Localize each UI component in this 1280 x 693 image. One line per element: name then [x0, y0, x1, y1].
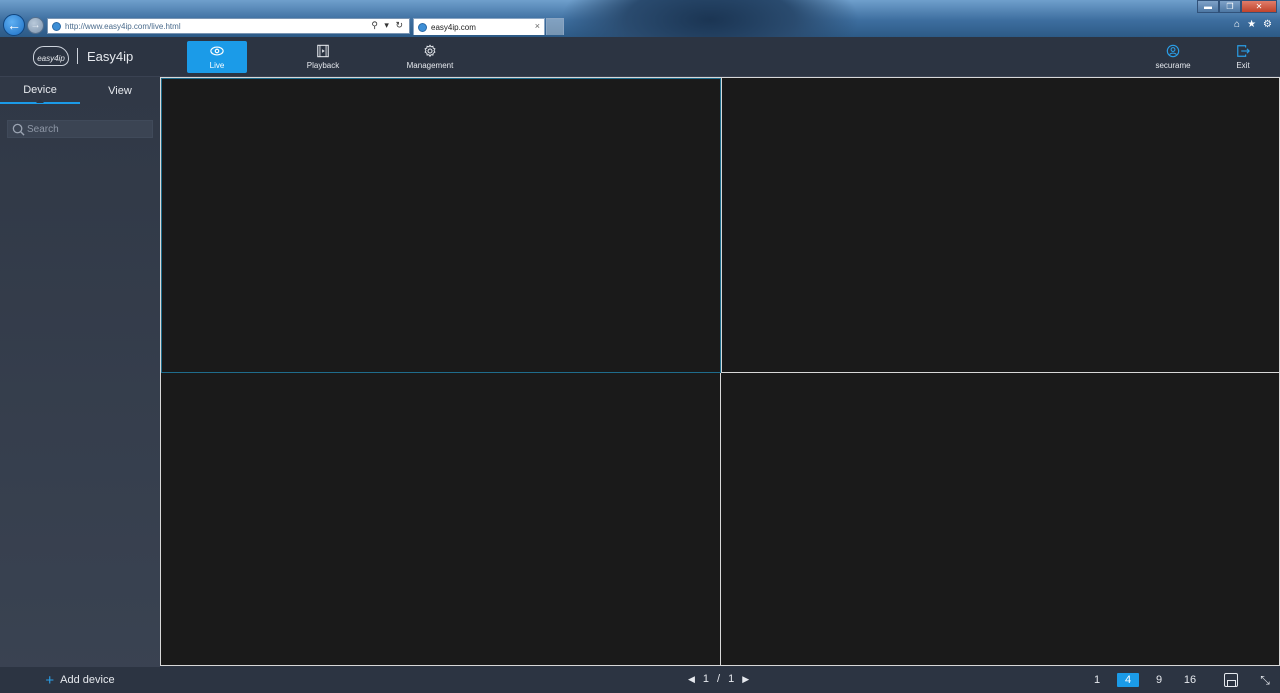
user-name-label: securame [1155, 61, 1191, 70]
video-pane-1[interactable] [161, 78, 721, 373]
total-pages: 1 [728, 673, 735, 685]
video-pane-3[interactable] [161, 373, 721, 665]
window-controls: ▬ ❐ ✕ [1197, 0, 1277, 13]
page-separator: / [717, 673, 721, 685]
minimize-icon[interactable]: ▬ [1197, 0, 1219, 13]
save-icon[interactable] [1224, 673, 1238, 687]
layout-9-button[interactable]: 9 [1148, 673, 1170, 687]
user-account-button[interactable]: securame [1143, 41, 1203, 73]
search-icon [12, 123, 25, 136]
search-input[interactable] [25, 122, 145, 136]
wallpaper-swirl [560, 0, 860, 37]
gear-icon [424, 44, 436, 58]
settings-gear-icon[interactable]: ⚙ [1263, 19, 1272, 30]
home-icon[interactable]: ⌂ [1234, 19, 1240, 30]
add-device-label: Add device [60, 674, 115, 686]
fullscreen-icon[interactable]: ⤡ [1257, 672, 1273, 688]
search-box [7, 120, 153, 138]
restore-icon[interactable]: ❐ [1219, 0, 1241, 13]
sidebar: Device View + Add device [0, 77, 160, 693]
layout-4-button[interactable]: 4 [1117, 673, 1139, 687]
favorites-star-icon[interactable]: ★ [1247, 19, 1256, 30]
bottom-toolbar: ◀ 1 / 1 ▶ 1 4 9 16 ⤡ [160, 666, 1280, 693]
browser-toolbar-icons: ⌂ ★ ⚙ [1234, 19, 1272, 30]
tab-favicon-icon [418, 22, 427, 32]
forward-arrow-icon: → [30, 20, 41, 31]
video-pane-2[interactable] [721, 78, 1279, 373]
window-close-icon[interactable]: ✕ [1241, 0, 1277, 13]
tab-close-icon[interactable]: × [535, 21, 540, 31]
new-tab-button[interactable] [546, 18, 564, 35]
pager: ◀ 1 / 1 ▶ [688, 673, 749, 685]
nav-management-label: Management [406, 61, 454, 70]
nav-playback-label: Playback [306, 61, 340, 70]
next-page-icon[interactable]: ▶ [742, 674, 749, 685]
brand-name: Easy4ip [87, 48, 134, 64]
back-button[interactable]: ← [3, 14, 25, 36]
current-page: 1 [702, 673, 710, 685]
browser-chrome: ← → http://www.easy4ip.com/live.html ⚲ ▾… [0, 0, 1280, 37]
layout-1-button[interactable]: 1 [1086, 673, 1108, 687]
nav-live-label: Live [209, 61, 225, 70]
logo: easy4ip Easy4ip [33, 46, 133, 66]
ie-favicon-icon [52, 21, 61, 31]
nav-playback-button[interactable]: Playback [293, 41, 353, 73]
video-grid [160, 77, 1280, 666]
sidebar-tabs: Device View [0, 77, 160, 105]
nav-live-button[interactable]: Live [187, 41, 247, 73]
app-header: easy4ip Easy4ip Live Playback Management [0, 37, 1280, 77]
tab-device[interactable]: Device [0, 77, 80, 104]
address-bar[interactable]: http://www.easy4ip.com/live.html ⚲ ▾ ↻ [47, 18, 410, 34]
film-icon [317, 44, 329, 58]
nav-management-button[interactable]: Management [400, 41, 460, 73]
plus-icon: + [45, 671, 55, 689]
layout-16-button[interactable]: 16 [1179, 673, 1201, 687]
video-pane-4[interactable] [721, 373, 1279, 665]
layout-options: 1 4 9 16 [1086, 673, 1210, 687]
prev-page-icon[interactable]: ◀ [688, 674, 695, 685]
exit-icon [1237, 45, 1250, 57]
tab-title: easy4ip.com [431, 22, 476, 32]
url-text: http://www.easy4ip.com/live.html [65, 21, 181, 31]
address-tools-icon[interactable]: ⚲ ▾ ↻ [371, 20, 405, 31]
exit-label: Exit [1236, 61, 1250, 70]
browser-tab[interactable]: easy4ip.com × [413, 18, 545, 35]
logo-separator [77, 48, 78, 64]
eye-icon [210, 46, 224, 56]
add-device-button[interactable]: + Add device [0, 667, 160, 693]
back-arrow-icon: ← [7, 17, 21, 33]
exit-button[interactable]: Exit [1213, 41, 1273, 73]
user-icon [1166, 44, 1180, 58]
tab-view[interactable]: View [80, 77, 160, 104]
cloud-logo-icon: easy4ip [33, 46, 69, 66]
forward-button[interactable]: → [27, 17, 44, 34]
